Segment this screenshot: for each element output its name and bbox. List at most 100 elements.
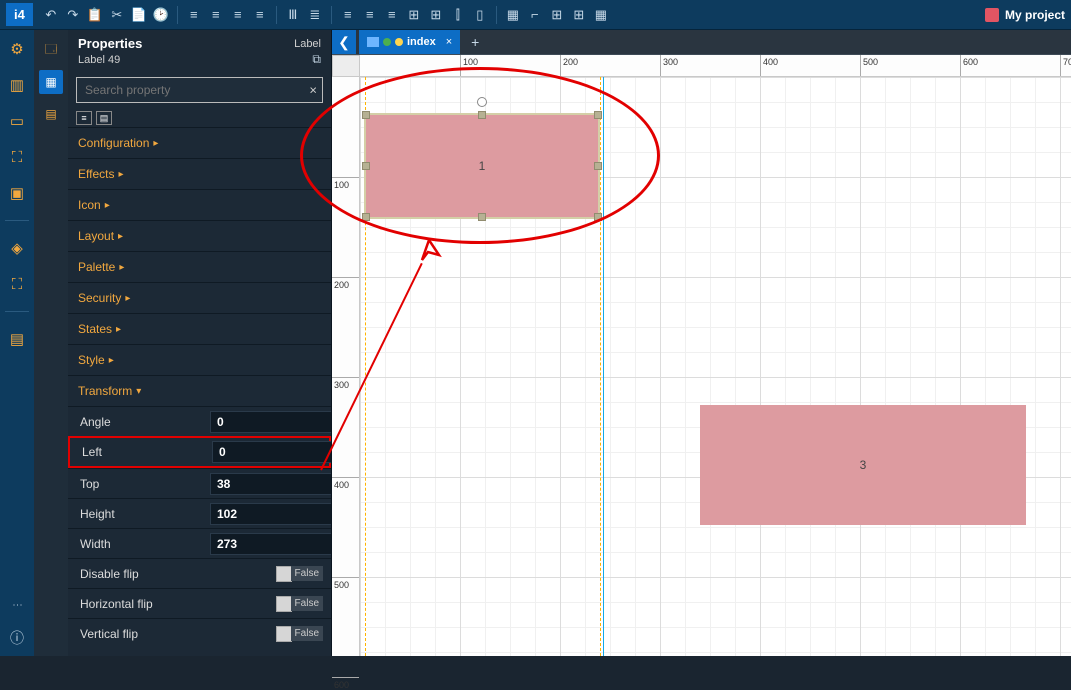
rail-icon[interactable]: ▣	[6, 182, 28, 204]
rotate-handle[interactable]	[477, 97, 487, 107]
resize-handle[interactable]	[478, 111, 486, 119]
shape-3[interactable]: 3	[700, 405, 1026, 525]
copy-icon[interactable]: ⧉	[312, 52, 321, 67]
section-header-layout[interactable]: Layout ▸	[68, 221, 331, 251]
toolbar-icon[interactable]: ⫿	[448, 5, 468, 25]
secondary-rail-icon[interactable]: 🗔	[39, 38, 63, 62]
toolbar-icon[interactable]: ⊞	[404, 5, 424, 25]
toolbar-icon[interactable]: ≡	[228, 5, 248, 25]
properties-header: Properties Label Label 49 ⧉	[68, 30, 331, 73]
toggle-value: False	[291, 566, 323, 581]
shape-1[interactable]: 1	[366, 115, 598, 217]
view-mode-icons: ≡ ▤	[68, 107, 331, 127]
toggle-label: Vertical flip	[80, 627, 210, 641]
tab-close-icon[interactable]: ×	[446, 36, 452, 48]
ruler-tick: 600	[960, 55, 961, 76]
rail-icon[interactable]: ▤	[6, 328, 28, 350]
ruler-vertical[interactable]: 100200300400500600	[332, 77, 360, 656]
section-header-style[interactable]: Style▸	[68, 345, 331, 375]
field-input-width[interactable]	[210, 533, 332, 555]
toolbar-icon[interactable]: ▦	[503, 5, 523, 25]
toolbar-icon[interactable]: ≡	[206, 5, 226, 25]
list-view-icon[interactable]: ≡	[76, 111, 92, 125]
app-logo[interactable]: i4	[6, 3, 33, 26]
rail-icon[interactable]: ▭	[6, 110, 28, 132]
rail-icon[interactable]: ⚙	[6, 38, 28, 60]
tab-index[interactable]: index ×	[359, 30, 460, 54]
center-guide[interactable]	[603, 77, 604, 656]
search-wrap: ×	[68, 73, 331, 107]
chevron-right-icon: ▸	[118, 231, 123, 242]
toolbar-icon[interactable]: 📋	[85, 5, 105, 25]
section-header-security[interactable]: Security▸	[68, 283, 331, 313]
ruler-horizontal[interactable]: 100200300400500600700800	[360, 55, 1071, 77]
project-badge[interactable]: My project	[985, 8, 1065, 22]
chevron-right-icon: ▸	[119, 262, 124, 273]
chevron-down-icon: ▾	[136, 386, 141, 397]
section-header-icon[interactable]: Icon▸	[68, 190, 331, 220]
resize-handle[interactable]	[362, 213, 370, 221]
secondary-rail-icon[interactable]: ▤	[39, 102, 63, 126]
field-width: Width	[68, 528, 331, 558]
rail-icon[interactable]: ⛶	[6, 146, 28, 168]
toolbar-icon[interactable]: ▯	[470, 5, 490, 25]
toolbar-icon[interactable]: 📄	[129, 5, 149, 25]
toolbar-icon[interactable]: ⌐	[525, 5, 545, 25]
toolbar-icon[interactable]: ⊞	[547, 5, 567, 25]
resize-handle[interactable]	[594, 213, 602, 221]
section-label: Layout	[78, 229, 114, 243]
canvas[interactable]: 13	[360, 77, 1071, 656]
toolbar-icon[interactable]: ≡	[250, 5, 270, 25]
toolbar-icon[interactable]: ≡	[382, 5, 402, 25]
ruler-tick: 500	[860, 55, 861, 76]
rail-icon[interactable]: ⛶	[6, 273, 28, 295]
info-icon[interactable]: ⓘ	[10, 628, 24, 648]
toolbar-icon[interactable]: 🕑	[151, 5, 171, 25]
resize-handle[interactable]	[362, 162, 370, 170]
toolbar-icon[interactable]: ≡	[184, 5, 204, 25]
form-view-icon[interactable]: ▤	[96, 111, 112, 125]
ruler-tick: 700	[1060, 55, 1061, 76]
toolbar-icon[interactable]: ⊞	[426, 5, 446, 25]
rail-icon[interactable]: ◈	[6, 237, 28, 259]
toggle-value: False	[291, 626, 323, 641]
toolbar-icon[interactable]: ⊞	[569, 5, 589, 25]
tab-back-button[interactable]: ❮	[332, 30, 356, 54]
secondary-rail-icon[interactable]: ▦	[39, 70, 63, 94]
chevron-right-icon: ▸	[118, 169, 123, 180]
section-label: Security	[78, 291, 121, 305]
rail-icon[interactable]: ▥	[6, 74, 28, 96]
resize-handle[interactable]	[594, 162, 602, 170]
field-label: Height	[80, 507, 210, 521]
tab-add-button[interactable]: +	[464, 31, 486, 53]
properties-subtitle: Label 49	[78, 54, 120, 66]
toggle-switch[interactable]: False	[276, 566, 323, 582]
section-header-configuration[interactable]: Configuration▸	[68, 128, 331, 158]
resize-handle[interactable]	[594, 111, 602, 119]
search-clear-icon[interactable]: ×	[309, 83, 317, 98]
section-header-states[interactable]: States▸	[68, 314, 331, 344]
field-input-left[interactable]	[212, 441, 332, 463]
section-header-transform[interactable]: Transform ▾	[68, 376, 331, 406]
resize-handle[interactable]	[362, 111, 370, 119]
field-input-angle[interactable]	[210, 411, 332, 433]
toolbar-icon[interactable]: ▦	[591, 5, 611, 25]
section-security: Security▸	[68, 282, 331, 313]
toolbar-icon[interactable]: ✂	[107, 5, 127, 25]
ruler-corner	[332, 55, 360, 77]
section-header-effects[interactable]: Effects▸	[68, 159, 331, 189]
toolbar-icon[interactable]: ≣	[305, 5, 325, 25]
field-input-height[interactable]	[210, 503, 332, 525]
section-header-palette[interactable]: Palette▸	[68, 252, 331, 282]
search-input[interactable]	[76, 77, 323, 103]
toolbar-icon[interactable]: ≡	[360, 5, 380, 25]
resize-handle[interactable]	[478, 213, 486, 221]
more-icon[interactable]: ⋮	[12, 600, 23, 610]
toolbar-icon[interactable]: ↷	[63, 5, 83, 25]
toolbar-icon[interactable]: ≡	[338, 5, 358, 25]
toggle-switch[interactable]: False	[276, 626, 323, 642]
toolbar-icon[interactable]: Ⅲ	[283, 5, 303, 25]
toolbar-icon[interactable]: ↶	[41, 5, 61, 25]
field-input-top[interactable]	[210, 473, 332, 495]
toggle-switch[interactable]: False	[276, 596, 323, 612]
